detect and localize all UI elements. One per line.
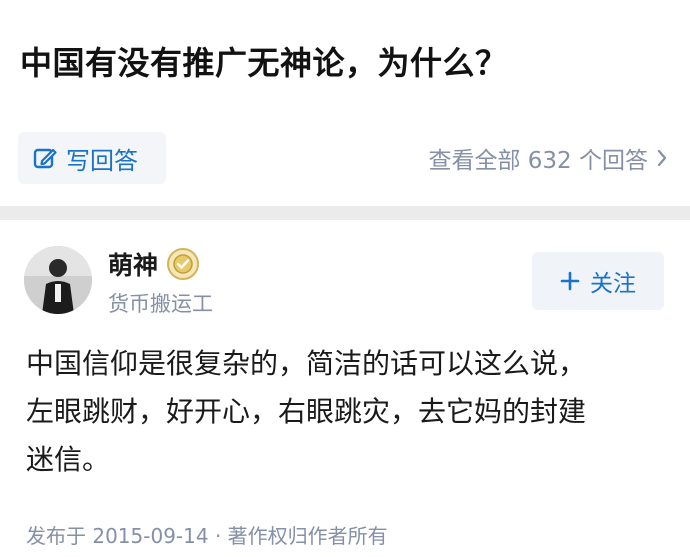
chevron-right-icon [656, 148, 668, 168]
section-divider [0, 206, 690, 220]
plus-icon [560, 271, 580, 291]
follow-button[interactable]: 关注 [532, 252, 664, 310]
view-all-answers-link[interactable]: 查看全部 632 个回答 [428, 132, 668, 184]
author-avatar[interactable] [24, 246, 92, 314]
answer-meta: 发布于 2015-09-14 · 著作权归作者所有 [26, 524, 388, 548]
pencil-square-icon [32, 145, 58, 171]
author-name-row: 萌神 [108, 246, 200, 282]
follow-label: 关注 [590, 271, 636, 297]
author-bio: 货币搬运工 [108, 292, 213, 316]
write-answer-button[interactable]: 写回答 [18, 132, 166, 184]
write-answer-label: 写回答 [66, 146, 138, 175]
view-all-answers-label: 查看全部 632 个回答 [428, 148, 648, 174]
answer-body: 中国信仰是很复杂的，简洁的话可以这么说， 左眼跳财，好开心，右眼跳灾，去它妈的封… [26, 347, 587, 476]
author-name[interactable]: 萌神 [108, 246, 158, 282]
question-title: 中国有没有推广无神论，为什么？ [20, 44, 508, 82]
medal-badge-icon [166, 247, 200, 281]
answer-action-row: 写回答 查看全部 632 个回答 [0, 132, 690, 184]
